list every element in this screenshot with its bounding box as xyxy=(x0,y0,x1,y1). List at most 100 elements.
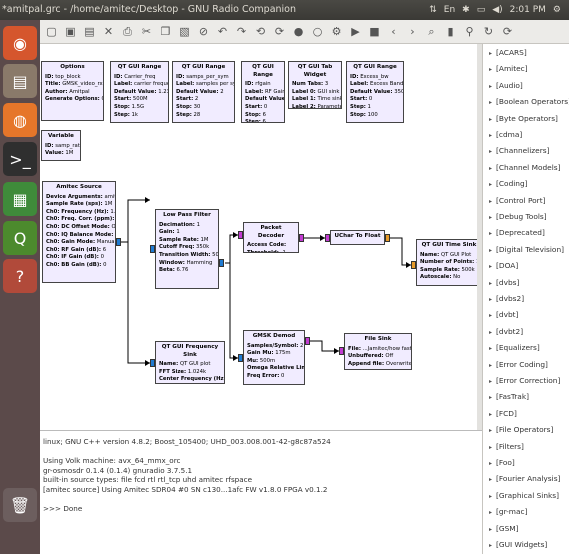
category-item[interactable]: ▸ [Channel Models] xyxy=(489,163,561,172)
disable-icon[interactable]: ○ xyxy=(310,24,325,39)
battery-icon[interactable]: ▭ xyxy=(477,0,486,20)
block-low-pass-filter[interactable]: Low Pass Filter Decimation: 1 Gain: 1 Samp… xyxy=(155,209,219,289)
expand-arrow-icon[interactable]: ▸ xyxy=(489,214,496,221)
block-qt-gui-time-sink[interactable]: QT GUI Time Sink Name: QT GUI Plot Number… xyxy=(416,239,482,286)
flowgraph-canvas[interactable]: Options ID: top_block Title: GMSK_video_r… xyxy=(40,44,482,430)
clock[interactable]: 2:01 PM xyxy=(510,0,546,20)
expand-arrow-icon[interactable]: ▸ xyxy=(489,99,496,106)
refresh-icon[interactable]: ↻ xyxy=(481,24,496,39)
block-gmsk-demod[interactable]: GMSK Demod Samples/Symbol: 2 Gain Mu: 175… xyxy=(243,330,305,385)
category-item[interactable]: ▸ [Amitec] xyxy=(489,64,528,73)
port-source-out[interactable] xyxy=(116,238,121,246)
expand-arrow-icon[interactable]: ▸ xyxy=(489,345,496,352)
block-variable[interactable]: Variable ID: samp_rate Value: 1M xyxy=(41,130,81,161)
block-qt-gui-range-rfgain[interactable]: QT GUI Range ID: rfgain Label: RF Gain Def… xyxy=(241,61,285,123)
category-item[interactable]: ▸ [Error Coding] xyxy=(489,360,548,369)
copy-icon[interactable]: ❐ xyxy=(158,24,173,39)
category-item[interactable]: ▸ [Control Port] xyxy=(489,196,545,205)
category-item[interactable]: ▸ [ACARS] xyxy=(489,48,527,57)
open-icon[interactable]: ▣ xyxy=(63,24,78,39)
print-icon[interactable]: ⎙ xyxy=(120,24,135,39)
zoom-icon[interactable]: ⚲ xyxy=(462,24,477,39)
category-item[interactable]: ▸ [Channelizers] xyxy=(489,146,549,155)
category-item[interactable]: ▸ [Fourier Analysis] xyxy=(489,474,560,483)
expand-arrow-icon[interactable]: ▸ xyxy=(489,460,496,467)
rotate-cw-icon[interactable]: ⟳ xyxy=(272,24,287,39)
category-item[interactable]: ▸ [dvbs2] xyxy=(489,294,524,303)
expand-arrow-icon[interactable]: ▸ xyxy=(489,165,496,172)
category-item[interactable]: ▸ [dvbt2] xyxy=(489,327,523,336)
dash-icon[interactable]: ◉ xyxy=(3,26,37,60)
expand-arrow-icon[interactable]: ▸ xyxy=(489,362,496,369)
block-amitec-source[interactable]: Amitec Source Device Arguments: amitecSa… xyxy=(42,181,116,283)
expand-arrow-icon[interactable]: ▸ xyxy=(489,378,496,385)
enable-icon[interactable]: ● xyxy=(291,24,306,39)
left-icon[interactable]: ‹ xyxy=(386,24,401,39)
category-item[interactable]: ▸ [Equalizers] xyxy=(489,343,540,352)
expand-arrow-icon[interactable]: ▸ xyxy=(489,542,496,549)
rotate-ccw-icon[interactable]: ⟲ xyxy=(253,24,268,39)
category-item[interactable]: ▸ [GUI Widgets] xyxy=(489,540,547,549)
help-icon[interactable]: ? xyxy=(3,259,37,293)
category-item[interactable]: ▸ [dvbt] xyxy=(489,310,518,319)
expand-arrow-icon[interactable]: ▸ xyxy=(489,66,496,73)
settings-gear-icon[interactable]: ⚙ xyxy=(553,0,561,20)
block-qt-gui-range-carrier[interactable]: QT GUI Range ID: Carrier_freq Label: carr… xyxy=(110,61,169,123)
expand-arrow-icon[interactable]: ▸ xyxy=(489,263,496,270)
redo-icon[interactable]: ↷ xyxy=(234,24,249,39)
port-filesink-in[interactable] xyxy=(339,347,344,355)
right-icon[interactable]: › xyxy=(405,24,420,39)
firefox-icon[interactable]: ◍ xyxy=(3,103,37,137)
expand-arrow-icon[interactable]: ▸ xyxy=(489,132,496,139)
expand-arrow-icon[interactable]: ▸ xyxy=(489,411,496,418)
port-pktdec-out[interactable] xyxy=(299,234,304,242)
category-item[interactable]: ▸ [FCD] xyxy=(489,409,517,418)
kill-icon[interactable]: ■ xyxy=(367,24,382,39)
expand-arrow-icon[interactable]: ▸ xyxy=(489,427,496,434)
category-item[interactable]: ▸ [cdma] xyxy=(489,130,522,139)
category-item[interactable]: ▸ [Filters] xyxy=(489,442,524,451)
category-item[interactable]: ▸ [Byte Operators] xyxy=(489,114,558,123)
expand-arrow-icon[interactable]: ▸ xyxy=(489,181,496,188)
bluetooth-icon[interactable]: ✱ xyxy=(462,0,470,20)
cut-icon[interactable]: ✂ xyxy=(139,24,154,39)
category-item[interactable]: ▸ [dvbs] xyxy=(489,278,519,287)
expand-arrow-icon[interactable]: ▸ xyxy=(489,148,496,155)
reload-icon[interactable]: ⟳ xyxy=(500,24,515,39)
find-icon[interactable]: ⌕ xyxy=(424,24,439,39)
libreoffice-icon[interactable]: ▦ xyxy=(3,182,37,216)
block-uchar-to-float[interactable]: UChar To Float xyxy=(330,230,385,245)
paste-icon[interactable]: ▧ xyxy=(177,24,192,39)
flowgraph-kill-icon[interactable]: ▮ xyxy=(443,24,458,39)
category-item[interactable]: ▸ [Digital Television] xyxy=(489,245,564,254)
block-file-sink[interactable]: File Sink File: ...Jamitec/how fast.oggU… xyxy=(344,333,412,370)
expand-arrow-icon[interactable]: ▸ xyxy=(489,444,496,451)
keyboard-indicator[interactable]: En xyxy=(444,0,455,20)
expand-arrow-icon[interactable]: ▸ xyxy=(489,230,496,237)
expand-arrow-icon[interactable]: ▸ xyxy=(489,493,496,500)
expand-arrow-icon[interactable]: ▸ xyxy=(489,247,496,254)
block-packet-decoder[interactable]: Packet Decoder Access Code: Threshold: -… xyxy=(243,222,299,253)
block-qt-gui-range-excessbw[interactable]: QT GUI Range ID: Excess_bw Label: Excess … xyxy=(346,61,404,123)
block-qt-gui-range-sps[interactable]: QT GUI Range ID: samps_per_sym Label: sam… xyxy=(172,61,235,123)
port-lpf-in[interactable] xyxy=(150,245,155,253)
expand-arrow-icon[interactable]: ▸ xyxy=(489,83,496,90)
category-item[interactable]: ▸ [Foo] xyxy=(489,458,515,467)
network-icon[interactable]: ⇅ xyxy=(429,0,437,20)
undo-icon[interactable]: ↶ xyxy=(215,24,230,39)
category-item[interactable]: ▸ [GSM] xyxy=(489,524,519,533)
category-item[interactable]: ▸ [FasTrak] xyxy=(489,392,529,401)
category-item[interactable]: ▸ [Audio] xyxy=(489,81,523,90)
category-item[interactable]: ▸ [Debug Tools] xyxy=(489,212,547,221)
close-icon[interactable]: ✕ xyxy=(101,24,116,39)
category-item[interactable]: ▸ [Error Correction] xyxy=(489,376,560,385)
new-icon[interactable]: ▢ xyxy=(44,24,59,39)
expand-arrow-icon[interactable]: ▸ xyxy=(489,526,496,533)
expand-arrow-icon[interactable]: ▸ xyxy=(489,329,496,336)
terminal-icon[interactable]: >_ xyxy=(3,142,37,176)
expand-arrow-icon[interactable]: ▸ xyxy=(489,476,496,483)
port-lpf-out[interactable] xyxy=(219,259,224,267)
block-options[interactable]: Options ID: top_block Title: GMSK_video_r… xyxy=(41,61,104,121)
port-freqsink-in[interactable] xyxy=(150,359,155,367)
volume-icon[interactable]: ◀) xyxy=(492,0,502,20)
